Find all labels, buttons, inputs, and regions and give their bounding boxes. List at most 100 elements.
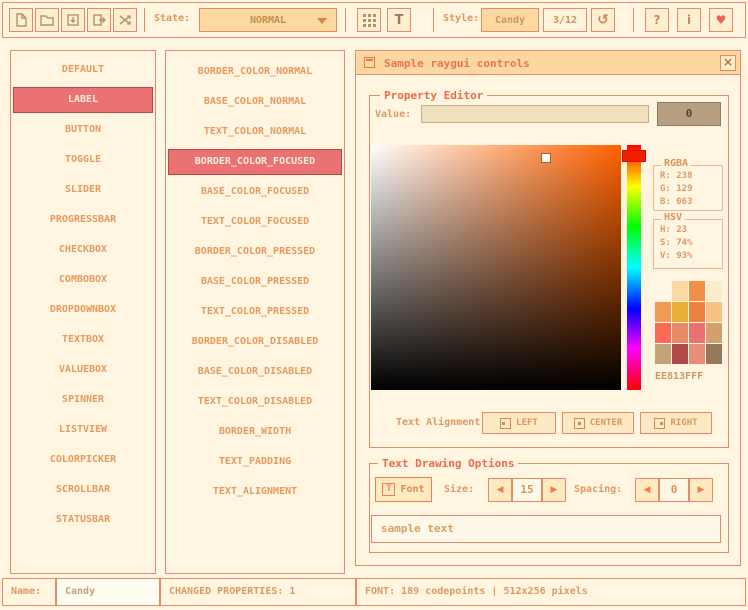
controls-list-item-selected[interactable]: LABEL (13, 87, 153, 113)
window-close-button[interactable]: × (720, 55, 736, 71)
controls-list-item[interactable]: TOGGLE (13, 147, 153, 173)
window-title: Sample raygui controls (384, 57, 530, 70)
properties-list-item[interactable]: TEXT_COLOR_NORMAL (168, 119, 342, 145)
hue-slider-handle[interactable] (622, 150, 646, 162)
controls-list-item[interactable]: SLIDER (13, 177, 153, 203)
sample-text-input[interactable]: sample text (371, 515, 721, 543)
align-center-label: CENTER (590, 418, 623, 428)
controls-list: DEFAULT LABEL BUTTON TOGGLE SLIDER PROGR… (10, 50, 156, 574)
properties-list-item[interactable]: TEXT_PADDING (168, 449, 342, 475)
hex-color-value[interactable]: EE813FFF (655, 371, 703, 382)
palette-swatch[interactable] (706, 302, 722, 322)
close-icon: × (723, 55, 733, 69)
load-style-button[interactable] (35, 8, 59, 32)
palette-swatch[interactable] (672, 344, 688, 364)
controls-list-item[interactable]: DROPDOWNBOX (13, 297, 153, 323)
align-center-icon (574, 418, 585, 429)
about-button[interactable]: i (677, 8, 701, 32)
font-tool-icon: T (382, 483, 395, 496)
controls-list-item[interactable]: COLORPICKER (13, 447, 153, 473)
palette-swatch[interactable] (706, 281, 722, 301)
controls-list-item[interactable]: VALUEBOX (13, 357, 153, 383)
status-changed-properties: CHANGED PROPERTIES: 1 (160, 578, 356, 606)
rgba-group: R: 238 G: 129 B: 063 (653, 165, 723, 211)
palette-swatch[interactable] (689, 344, 705, 364)
spacing-value: 0 (671, 483, 678, 496)
palette-swatch[interactable] (655, 281, 671, 301)
properties-list-item[interactable]: TEXT_ALIGNMENT (168, 479, 342, 505)
align-right-button[interactable]: RIGHT (640, 412, 712, 434)
palette-swatch[interactable] (655, 323, 671, 343)
style-counter-value: 3/12 (553, 15, 577, 26)
palette-swatch[interactable] (655, 302, 671, 322)
properties-list: BORDER_COLOR_NORMAL BASE_COLOR_NORMAL TE… (165, 50, 345, 574)
size-decrease-button[interactable]: ◀ (488, 478, 512, 502)
controls-list-item[interactable]: CHECKBOX (13, 237, 153, 263)
controls-list-item[interactable]: DEFAULT (13, 57, 153, 83)
save-style-button[interactable] (61, 8, 85, 32)
controls-list-item[interactable]: STATUSBAR (13, 507, 153, 533)
palette-swatch[interactable] (672, 281, 688, 301)
palette-swatch[interactable] (672, 323, 688, 343)
controls-list-item[interactable]: TEXTBOX (13, 327, 153, 353)
align-right-icon (654, 418, 665, 429)
export-style-button[interactable] (87, 8, 111, 32)
palette-swatch[interactable] (655, 344, 671, 364)
help-button[interactable]: ? (645, 8, 669, 32)
controls-list-item[interactable]: LISTVIEW (13, 417, 153, 443)
properties-list-item-selected[interactable]: BORDER_COLOR_FOCUSED (168, 149, 342, 175)
sponsor-button[interactable]: ♥ (709, 8, 733, 32)
properties-list-item[interactable]: TEXT_COLOR_FOCUSED (168, 209, 342, 235)
properties-list-item[interactable]: BORDER_COLOR_PRESSED (168, 239, 342, 265)
palette-swatch[interactable] (689, 302, 705, 322)
property-editor-group-label: Property Editor (380, 89, 487, 102)
color-picker-cursor[interactable] (542, 154, 550, 162)
sample-controls-window: Sample raygui controls × Property Editor… (355, 50, 741, 566)
properties-list-item[interactable]: BORDER_COLOR_NORMAL (168, 59, 342, 85)
text-tool-icon: T (395, 13, 404, 28)
palette-swatch[interactable] (689, 281, 705, 301)
align-left-button[interactable]: LEFT (482, 412, 556, 434)
controls-list-item[interactable]: SCROLLBAR (13, 477, 153, 503)
style-name-box[interactable]: Candy (481, 8, 539, 32)
controls-list-item[interactable]: PROGRESSBAR (13, 207, 153, 233)
font-atlas-button[interactable]: T (387, 8, 411, 32)
new-style-button[interactable] (9, 8, 33, 32)
properties-list-item[interactable]: BASE_COLOR_DISABLED (168, 359, 342, 385)
status-name-label: Name: (2, 578, 56, 606)
properties-list-item[interactable]: TEXT_COLOR_DISABLED (168, 389, 342, 415)
spacing-decrease-button[interactable]: ◀ (635, 478, 659, 502)
state-dropdown[interactable]: NORMAL (199, 8, 337, 32)
style-reload-button[interactable]: ↺ (591, 8, 615, 32)
properties-list-item[interactable]: BORDER_COLOR_DISABLED (168, 329, 342, 355)
style-table-button[interactable] (357, 8, 381, 32)
value-slider[interactable] (421, 105, 649, 123)
palette-swatch[interactable] (672, 302, 688, 322)
load-font-button[interactable]: T Font (375, 477, 432, 502)
controls-list-item[interactable]: SPINNER (13, 387, 153, 413)
spinner-right-icon: ▶ (698, 485, 705, 495)
palette-swatch[interactable] (706, 344, 722, 364)
properties-list-item[interactable]: BASE_COLOR_FOCUSED (168, 179, 342, 205)
shuffle-icon (117, 12, 133, 28)
palette-swatch[interactable] (706, 323, 722, 343)
window-titlebar[interactable]: Sample raygui controls × (356, 51, 740, 75)
style-name-input[interactable]: Candy (56, 578, 160, 606)
controls-list-item[interactable]: BUTTON (13, 117, 153, 143)
spacing-increase-button[interactable]: ▶ (689, 478, 713, 502)
spacing-value-box[interactable]: 0 (659, 478, 689, 502)
hue-bar[interactable] (627, 145, 641, 390)
heart-icon: ♥ (716, 13, 727, 27)
size-value-box[interactable]: 15 (512, 478, 542, 502)
properties-list-item[interactable]: BASE_COLOR_PRESSED (168, 269, 342, 295)
properties-list-item[interactable]: BASE_COLOR_NORMAL (168, 89, 342, 115)
color-picker-panel[interactable] (371, 145, 621, 390)
properties-list-item[interactable]: BORDER_WIDTH (168, 419, 342, 445)
randomize-style-button[interactable] (113, 8, 137, 32)
align-center-button[interactable]: CENTER (562, 412, 634, 434)
size-increase-button[interactable]: ▶ (542, 478, 566, 502)
value-box[interactable]: 0 (657, 102, 721, 126)
controls-list-item[interactable]: COMBOBOX (13, 267, 153, 293)
properties-list-item[interactable]: TEXT_COLOR_PRESSED (168, 299, 342, 325)
palette-swatch[interactable] (689, 323, 705, 343)
